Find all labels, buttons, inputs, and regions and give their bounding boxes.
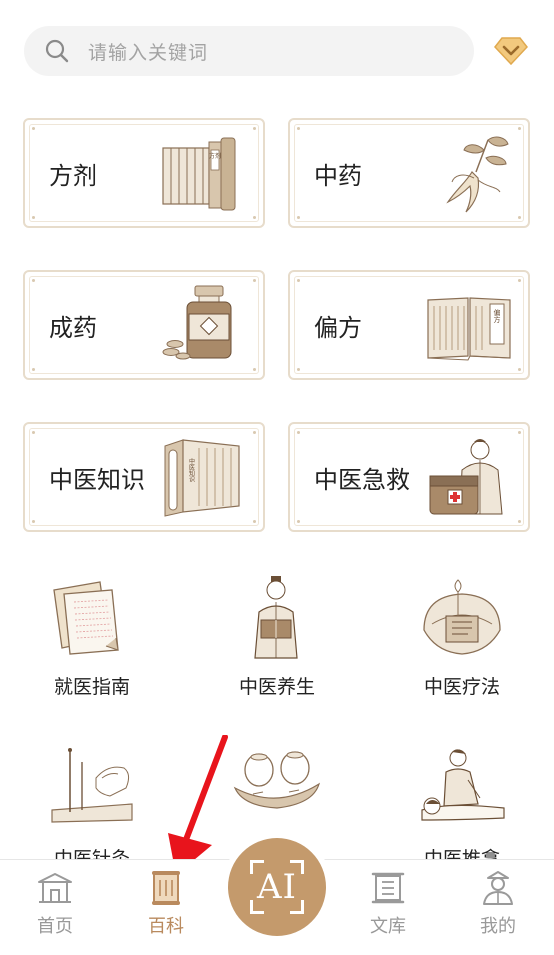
grid-item-cupping[interactable] <box>207 748 347 844</box>
knowledge-scroll-icon: 中医知识 <box>164 439 240 517</box>
card-zhongyao[interactable]: 中药 <box>288 118 530 228</box>
tab-label: 首页 <box>37 916 73 936</box>
grid-label: 就医指南 <box>53 677 130 698</box>
card-zhongyi-jijiu[interactable]: 中医急救 <box>288 422 530 532</box>
search-icon <box>45 39 69 63</box>
tab-home[interactable]: 首页 <box>10 868 100 938</box>
tab-mine[interactable]: 我的 <box>453 868 543 938</box>
grid-item-jiuyi-zhinan[interactable]: 就医指南 <box>22 576 162 699</box>
library-scroll-icon <box>371 872 405 904</box>
grid-item-zhongyi-tuina[interactable]: 中医推拿 <box>392 748 532 871</box>
tab-wenku[interactable]: 文库 <box>343 868 433 938</box>
ai-scan-icon <box>290 860 304 874</box>
art-text: 方剂 <box>209 152 221 160</box>
card-label: 方剂 <box>49 162 97 190</box>
scroll-encyclopedia-icon <box>152 871 180 905</box>
tab-label: 百科 <box>148 916 184 936</box>
card-label: 中医知识 <box>49 466 145 494</box>
grid-label: 中医疗法 <box>423 677 500 698</box>
grid-item-zhongyi-zhenjiu[interactable]: 中医针灸 <box>22 748 162 871</box>
card-zhongyi-zhishi[interactable]: 中医知识 中医知识 <box>23 422 265 532</box>
art-text: 偏方 <box>493 308 501 324</box>
tab-label: 文库 <box>370 916 406 936</box>
card-fangji[interactable]: 方剂 方剂 <box>23 118 265 228</box>
card-pianfang[interactable]: 偏方 偏方 <box>288 270 530 380</box>
scholar-reading-icon <box>254 576 298 659</box>
search-placeholder: 请输入关键词 <box>88 42 209 64</box>
tab-baike[interactable]: 百科 <box>121 868 211 938</box>
art-text: 中医知识 <box>188 457 195 483</box>
massage-icon <box>421 749 505 821</box>
moxibustion-icon <box>423 579 501 655</box>
card-label: 成药 <box>49 314 97 342</box>
card-label: 中医急救 <box>314 466 410 494</box>
grid-item-zhongyi-yangsheng[interactable]: 中医养生 <box>207 576 347 699</box>
prescription-scroll-icon: 方剂 <box>162 137 236 211</box>
search-row: 请输入关键词 <box>24 26 534 76</box>
ginseng-icon <box>446 136 509 213</box>
card-label: 中药 <box>314 162 362 190</box>
ai-button[interactable]: AI <box>228 838 326 936</box>
cupping-icon <box>233 751 321 809</box>
grid-item-zhongyi-liaofa[interactable]: 中医疗法 <box>392 576 532 699</box>
card-chengyao[interactable]: 成药 <box>23 270 265 380</box>
user-profile-icon <box>483 871 513 905</box>
guide-papers-icon <box>53 581 119 655</box>
medicine-bottle-icon <box>162 285 232 360</box>
temple-home-icon <box>38 873 72 903</box>
acupuncture-icon <box>51 748 133 823</box>
diamond-chevron-icon[interactable] <box>494 36 528 66</box>
ai-scan-icon <box>290 900 304 914</box>
ai-scan-icon <box>250 900 264 914</box>
first-aid-doctor-icon <box>429 439 503 515</box>
grid-label: 中医养生 <box>238 677 315 698</box>
tab-label: 我的 <box>480 916 516 936</box>
card-label: 偏方 <box>314 314 362 342</box>
ai-scan-icon <box>250 860 264 874</box>
search-input[interactable]: 请输入关键词 <box>24 26 474 76</box>
open-book-icon: 偏方 <box>427 297 511 361</box>
